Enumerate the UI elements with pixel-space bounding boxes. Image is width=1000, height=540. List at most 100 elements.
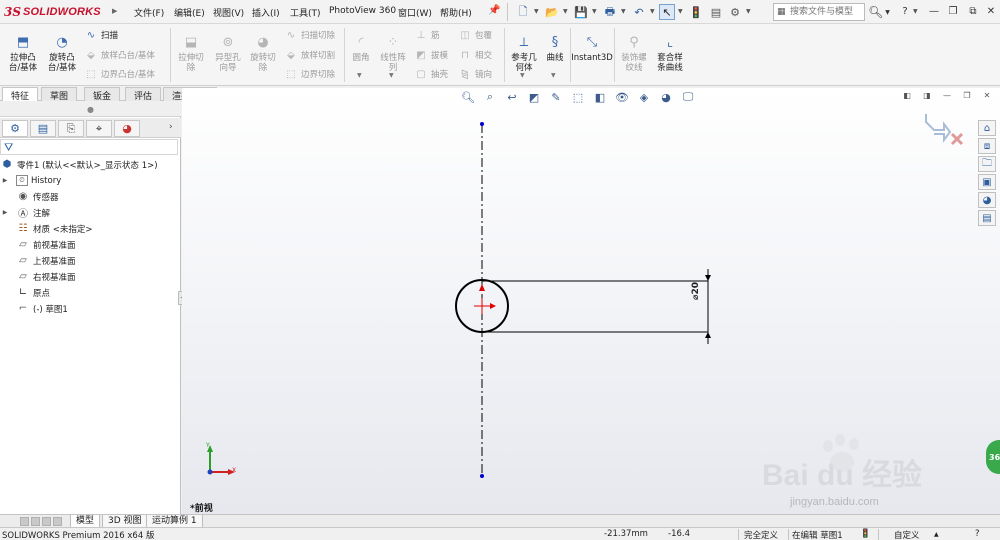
panel-grip-icon[interactable]: ● xyxy=(87,105,94,114)
search-input[interactable] xyxy=(790,5,864,19)
sweep-cut-button[interactable]: ∿ 扫描切除 xyxy=(284,29,335,42)
select-dropdown-icon[interactable]: ▼ xyxy=(678,8,683,15)
boundary-cut-button[interactable]: ⬚ 边界切除 xyxy=(284,68,335,81)
curves-dropdown-icon[interactable]: ▼ xyxy=(551,72,556,79)
search-icon[interactable]: 🔍︎ ▼ xyxy=(866,3,892,21)
open-folder-icon[interactable]: 📂 xyxy=(544,4,560,20)
select-cursor-icon[interactable]: ↖ xyxy=(659,4,675,20)
tree-item-sensors[interactable]: ◉ 传感器 xyxy=(0,189,59,204)
file-explorer-icon[interactable]: 🗀 xyxy=(978,156,996,172)
instant3d-button[interactable]: ⤡ Instant3D xyxy=(571,34,613,63)
save-dropdown-icon[interactable]: ▼ xyxy=(592,8,597,15)
reference-geometry-button[interactable]: ⟂ 参考几 何体 xyxy=(508,34,540,73)
help-question-icon[interactable]: ? xyxy=(975,529,980,539)
badge-360[interactable]: 360 xyxy=(986,440,1000,474)
last-tab-nav-icon[interactable] xyxy=(53,517,62,526)
close-icon[interactable]: ✕ xyxy=(984,4,998,18)
undo-dropdown-icon[interactable]: ▼ xyxy=(650,8,655,15)
view-palette-icon[interactable]: ▣ xyxy=(978,174,996,190)
pattern-dropdown-icon[interactable]: ▼ xyxy=(389,72,394,79)
restore-window-icon[interactable]: ❐ xyxy=(946,4,960,18)
file-properties-icon[interactable]: ▤ xyxy=(708,4,724,20)
shell-button[interactable]: ▢ 抽壳 xyxy=(414,68,448,81)
print-dropdown-icon[interactable]: ▼ xyxy=(621,8,626,15)
loft-boss-button[interactable]: ⬙ 放样凸台/基体 xyxy=(84,49,155,62)
dimxpert-tab-icon[interactable]: ⌖ xyxy=(86,120,112,137)
pin-icon[interactable]: 📌 xyxy=(488,5,500,16)
restore-down-icon[interactable]: ⧉ xyxy=(966,4,980,18)
first-tab-nav-icon[interactable] xyxy=(20,517,29,526)
feature-manager-tab-icon[interactable]: ⚙ xyxy=(2,120,28,137)
fit-spline-button[interactable]: ⌞ 套合样 条曲线 xyxy=(654,34,686,73)
graphics-area[interactable]: 🔍︎ ⌕ ↩ ◩ ✎ ⬚ ◧ 👁︎ ◈ ◕ 🖵 ◧ ◨ — ❐ ✕ ⌀20 ⌂ … xyxy=(182,88,1000,514)
appearances-icon[interactable]: ◕ xyxy=(978,192,996,208)
revolve-cut-button[interactable]: ◕ 旋转切 除 xyxy=(246,34,280,73)
print-icon[interactable]: 🖶 xyxy=(602,4,618,20)
wrap-button[interactable]: ◫ 包覆 xyxy=(458,29,492,42)
tab-evaluate[interactable]: 评估 xyxy=(125,87,162,102)
minimize-icon[interactable]: — xyxy=(927,4,941,18)
display-manager-tab-icon[interactable]: ◕ xyxy=(114,120,140,137)
loft-cut-button[interactable]: ⬙ 放样切割 xyxy=(284,49,335,62)
cosmetic-thread-button[interactable]: ⚲ 装饰螺 纹线 xyxy=(618,34,650,73)
options-dropdown-icon[interactable]: ▼ xyxy=(746,8,751,15)
help-dropdown-icon[interactable]: ▼ xyxy=(913,8,918,15)
undo-icon[interactable]: ↶ xyxy=(631,4,647,20)
menu-tools[interactable]: 工具(T) xyxy=(290,6,321,19)
panel-more-icon[interactable]: › xyxy=(169,122,173,132)
menu-view[interactable]: 视图(V) xyxy=(213,6,244,19)
diameter-dimension[interactable]: ⌀20 xyxy=(691,282,701,300)
tree-item-sketch1[interactable]: ⌐ (-) 草图1 xyxy=(0,301,68,316)
tab-sheet-metal[interactable]: 钣金 xyxy=(84,87,121,102)
expand-arrow-icon[interactable]: ▶ xyxy=(0,209,10,216)
tree-item-right-plane[interactable]: ▱ 右视基准面 xyxy=(0,269,75,284)
help-question-icon[interactable]: ? xyxy=(898,4,912,18)
origin-marker[interactable] xyxy=(474,284,496,314)
boundary-boss-button[interactable]: ⬚ 边界凸台/基体 xyxy=(84,68,155,81)
tree-filter[interactable]: ⛛ xyxy=(0,139,178,155)
prev-tab-nav-icon[interactable] xyxy=(31,517,40,526)
rebuild-status-icon[interactable]: 🚦 xyxy=(860,529,871,539)
centerline-endpoint[interactable] xyxy=(480,122,484,126)
fillet-button[interactable]: ◜ 圆角 xyxy=(348,34,374,63)
tab-features[interactable]: 特征 xyxy=(2,87,39,102)
menu-file[interactable]: 文件(F) xyxy=(134,6,164,19)
menu-window[interactable]: 窗口(W) xyxy=(398,6,432,19)
intersect-button[interactable]: ⊓ 相交 xyxy=(458,49,492,62)
mirror-button[interactable]: ⧎ 镜向 xyxy=(458,68,492,81)
unit-dropdown-icon[interactable]: ▲ xyxy=(934,531,939,538)
tree-item-material[interactable]: ☷ 材质 <未指定> xyxy=(0,221,93,236)
tree-item-front-plane[interactable]: ▱ 前视基准面 xyxy=(0,237,75,252)
centerline-endpoint[interactable] xyxy=(480,474,484,478)
curves-button[interactable]: § 曲线 xyxy=(542,34,568,63)
save-icon[interactable]: 💾 xyxy=(573,4,589,20)
configuration-manager-tab-icon[interactable]: ⎘ xyxy=(58,120,84,137)
menu-help[interactable]: 帮助(H) xyxy=(440,6,472,19)
tree-item-history[interactable]: ▶ ⏲ History xyxy=(0,173,61,188)
revolve-boss-button[interactable]: ◔ 旋转凸 台/基体 xyxy=(44,34,80,73)
property-manager-tab-icon[interactable]: ▤ xyxy=(30,120,56,137)
menu-photoview[interactable]: PhotoView 360 xyxy=(329,6,396,16)
expand-arrow-icon[interactable]: ▶ xyxy=(0,177,10,184)
unit-system[interactable]: 自定义 xyxy=(894,529,920,540)
hole-wizard-button[interactable]: ⊚ 异型孔 向导 xyxy=(210,34,246,73)
linear-pattern-button[interactable]: ⁘ 线性阵 列 xyxy=(376,34,410,73)
menu-insert[interactable]: 插入(I) xyxy=(252,6,280,19)
home-icon[interactable]: ⌂ xyxy=(978,120,996,136)
open-dropdown-icon[interactable]: ▼ xyxy=(563,8,568,15)
next-tab-nav-icon[interactable] xyxy=(42,517,51,526)
menu-edit[interactable]: 编辑(E) xyxy=(174,6,205,19)
reference-dropdown-icon[interactable]: ▼ xyxy=(520,72,525,79)
tab-sketch[interactable]: 草图 xyxy=(41,87,78,102)
design-library-icon[interactable]: ⧈ xyxy=(978,138,996,154)
draft-button[interactable]: ◩ 拔模 xyxy=(414,49,448,62)
rib-button[interactable]: ⊥ 筋 xyxy=(414,29,440,42)
options-gear-icon[interactable]: ⚙ xyxy=(727,4,743,20)
new-document-icon[interactable]: 🗋 xyxy=(515,4,531,20)
tree-item-origin[interactable]: ∟ 原点 xyxy=(0,285,50,300)
sweep-button[interactable]: ∿ 扫描 xyxy=(84,29,118,42)
solidworks-logo[interactable]: 3S SOLIDWORKS xyxy=(4,3,101,21)
tree-item-top-plane[interactable]: ▱ 上视基准面 xyxy=(0,253,75,268)
extrude-boss-button[interactable]: ⬒ 拉伸凸 台/基体 xyxy=(6,34,40,73)
custom-properties-icon[interactable]: ▤ xyxy=(978,210,996,226)
